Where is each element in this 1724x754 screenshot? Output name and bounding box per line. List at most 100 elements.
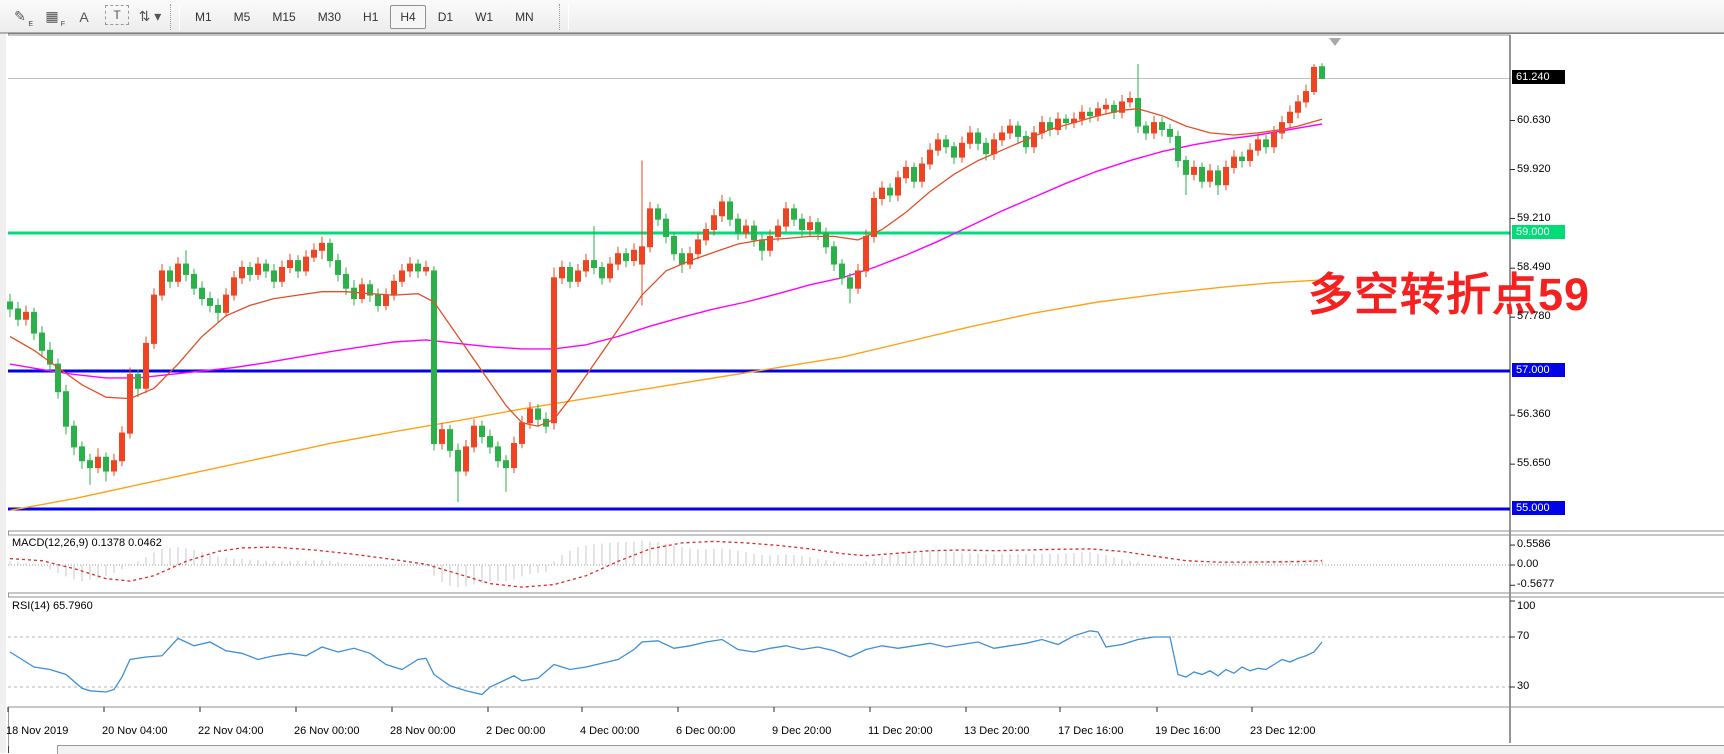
- candle-body: [808, 223, 813, 230]
- date-label: 18 Nov 2019: [6, 725, 68, 737]
- candle-body: [1256, 140, 1261, 150]
- candle-body: [840, 264, 845, 278]
- date-label: 6 Dec 00:00: [676, 725, 735, 737]
- candle-body: [104, 457, 109, 471]
- candle-body: [816, 223, 821, 233]
- macd-tick-label: 0.5586: [1517, 538, 1551, 550]
- level-badge-55.000: 55.000: [1512, 501, 1565, 515]
- macd-tick-label: -0.5677: [1517, 578, 1554, 590]
- level-badge-59.000: 59.000: [1512, 225, 1565, 239]
- candle-body: [392, 281, 397, 295]
- current-price-badge: 61.240: [1512, 70, 1565, 84]
- candle-body: [584, 261, 589, 271]
- candle-body: [1136, 98, 1141, 126]
- price-tick-label: 59.210: [1517, 212, 1551, 224]
- candle-body: [1312, 67, 1317, 91]
- macd-tick-label: 0.00: [1517, 558, 1538, 570]
- candle-body: [16, 309, 21, 319]
- candle-body: [1280, 123, 1285, 133]
- date-label: 11 Dec 20:00: [868, 725, 933, 737]
- candle-body: [1168, 130, 1173, 137]
- candle-body: [608, 264, 613, 278]
- candle-body: [1296, 102, 1301, 112]
- candle-body: [40, 333, 45, 350]
- candle-body: [992, 140, 997, 154]
- chart-canvas[interactable]: [0, 0, 1724, 753]
- date-label: 28 Nov 00:00: [390, 725, 455, 737]
- candle-body: [592, 261, 597, 268]
- candle-body: [736, 219, 741, 233]
- candle-body: [360, 285, 365, 299]
- candle-body: [448, 430, 453, 451]
- rsi-tick-label: 30: [1517, 680, 1529, 692]
- candle-body: [888, 188, 893, 195]
- candle-body: [336, 261, 341, 275]
- candle-body: [1224, 167, 1229, 184]
- candle-body: [1128, 98, 1133, 101]
- candle-body: [200, 288, 205, 298]
- candle-body: [96, 457, 101, 467]
- candle-body: [632, 250, 637, 260]
- candle-body: [432, 271, 437, 444]
- candle-body: [24, 312, 29, 319]
- candle-body: [160, 271, 165, 295]
- candle-body: [1104, 105, 1109, 108]
- macd-label: MACD(12,26,9) 0.1378 0.0462: [12, 537, 162, 549]
- candle-body: [64, 392, 69, 427]
- candle-body: [80, 447, 85, 461]
- candle-body: [1248, 150, 1253, 160]
- candle-body: [728, 202, 733, 219]
- candle-body: [824, 233, 829, 247]
- price-tick-label: 60.630: [1517, 114, 1551, 126]
- candle-body: [1088, 112, 1093, 115]
- candle-body: [520, 423, 525, 444]
- candle-body: [472, 426, 477, 447]
- candle-body: [792, 209, 797, 219]
- candle-body: [408, 264, 413, 271]
- candle-body: [152, 295, 157, 343]
- price-tick-label: 56.360: [1517, 408, 1551, 420]
- candle-body: [664, 219, 669, 236]
- candle-body: [248, 268, 253, 275]
- candle-body: [680, 254, 685, 264]
- candle-body: [720, 202, 725, 216]
- candle-body: [1216, 171, 1221, 185]
- candle-body: [560, 268, 565, 278]
- candle-body: [176, 264, 181, 281]
- candle-body: [552, 278, 557, 423]
- candle-body: [1064, 119, 1069, 122]
- candle-body: [424, 268, 429, 271]
- candle-body: [568, 268, 573, 282]
- candle-body: [880, 188, 885, 198]
- candle-body: [864, 236, 869, 271]
- candle-body: [112, 461, 117, 471]
- candle-body: [752, 226, 757, 240]
- price-tick-label: 59.920: [1517, 163, 1551, 175]
- candle-body: [496, 447, 501, 461]
- candle-body: [1152, 123, 1157, 133]
- candle-body: [784, 209, 789, 226]
- candle-body: [1008, 126, 1013, 133]
- candle-body: [144, 343, 149, 388]
- candle-body: [576, 271, 581, 281]
- candle-body: [376, 295, 381, 305]
- candle-body: [920, 164, 925, 181]
- candle-body: [184, 264, 189, 274]
- candle-body: [1024, 136, 1029, 146]
- candle-body: [688, 254, 693, 264]
- candle-body: [704, 230, 709, 240]
- candle-body: [712, 216, 717, 230]
- candle-body: [416, 264, 421, 271]
- candle-body: [232, 278, 237, 295]
- date-label: 19 Dec 16:00: [1155, 725, 1220, 737]
- candle-body: [1240, 157, 1245, 160]
- candle-body: [984, 143, 989, 153]
- candle-body: [776, 226, 781, 236]
- date-label: 9 Dec 20:00: [772, 725, 831, 737]
- candle-body: [400, 271, 405, 281]
- candle-body: [1320, 67, 1325, 79]
- candle-body: [208, 299, 213, 306]
- date-label: 20 Nov 04:00: [102, 725, 167, 737]
- candle-body: [480, 426, 485, 436]
- candle-body: [1016, 126, 1021, 136]
